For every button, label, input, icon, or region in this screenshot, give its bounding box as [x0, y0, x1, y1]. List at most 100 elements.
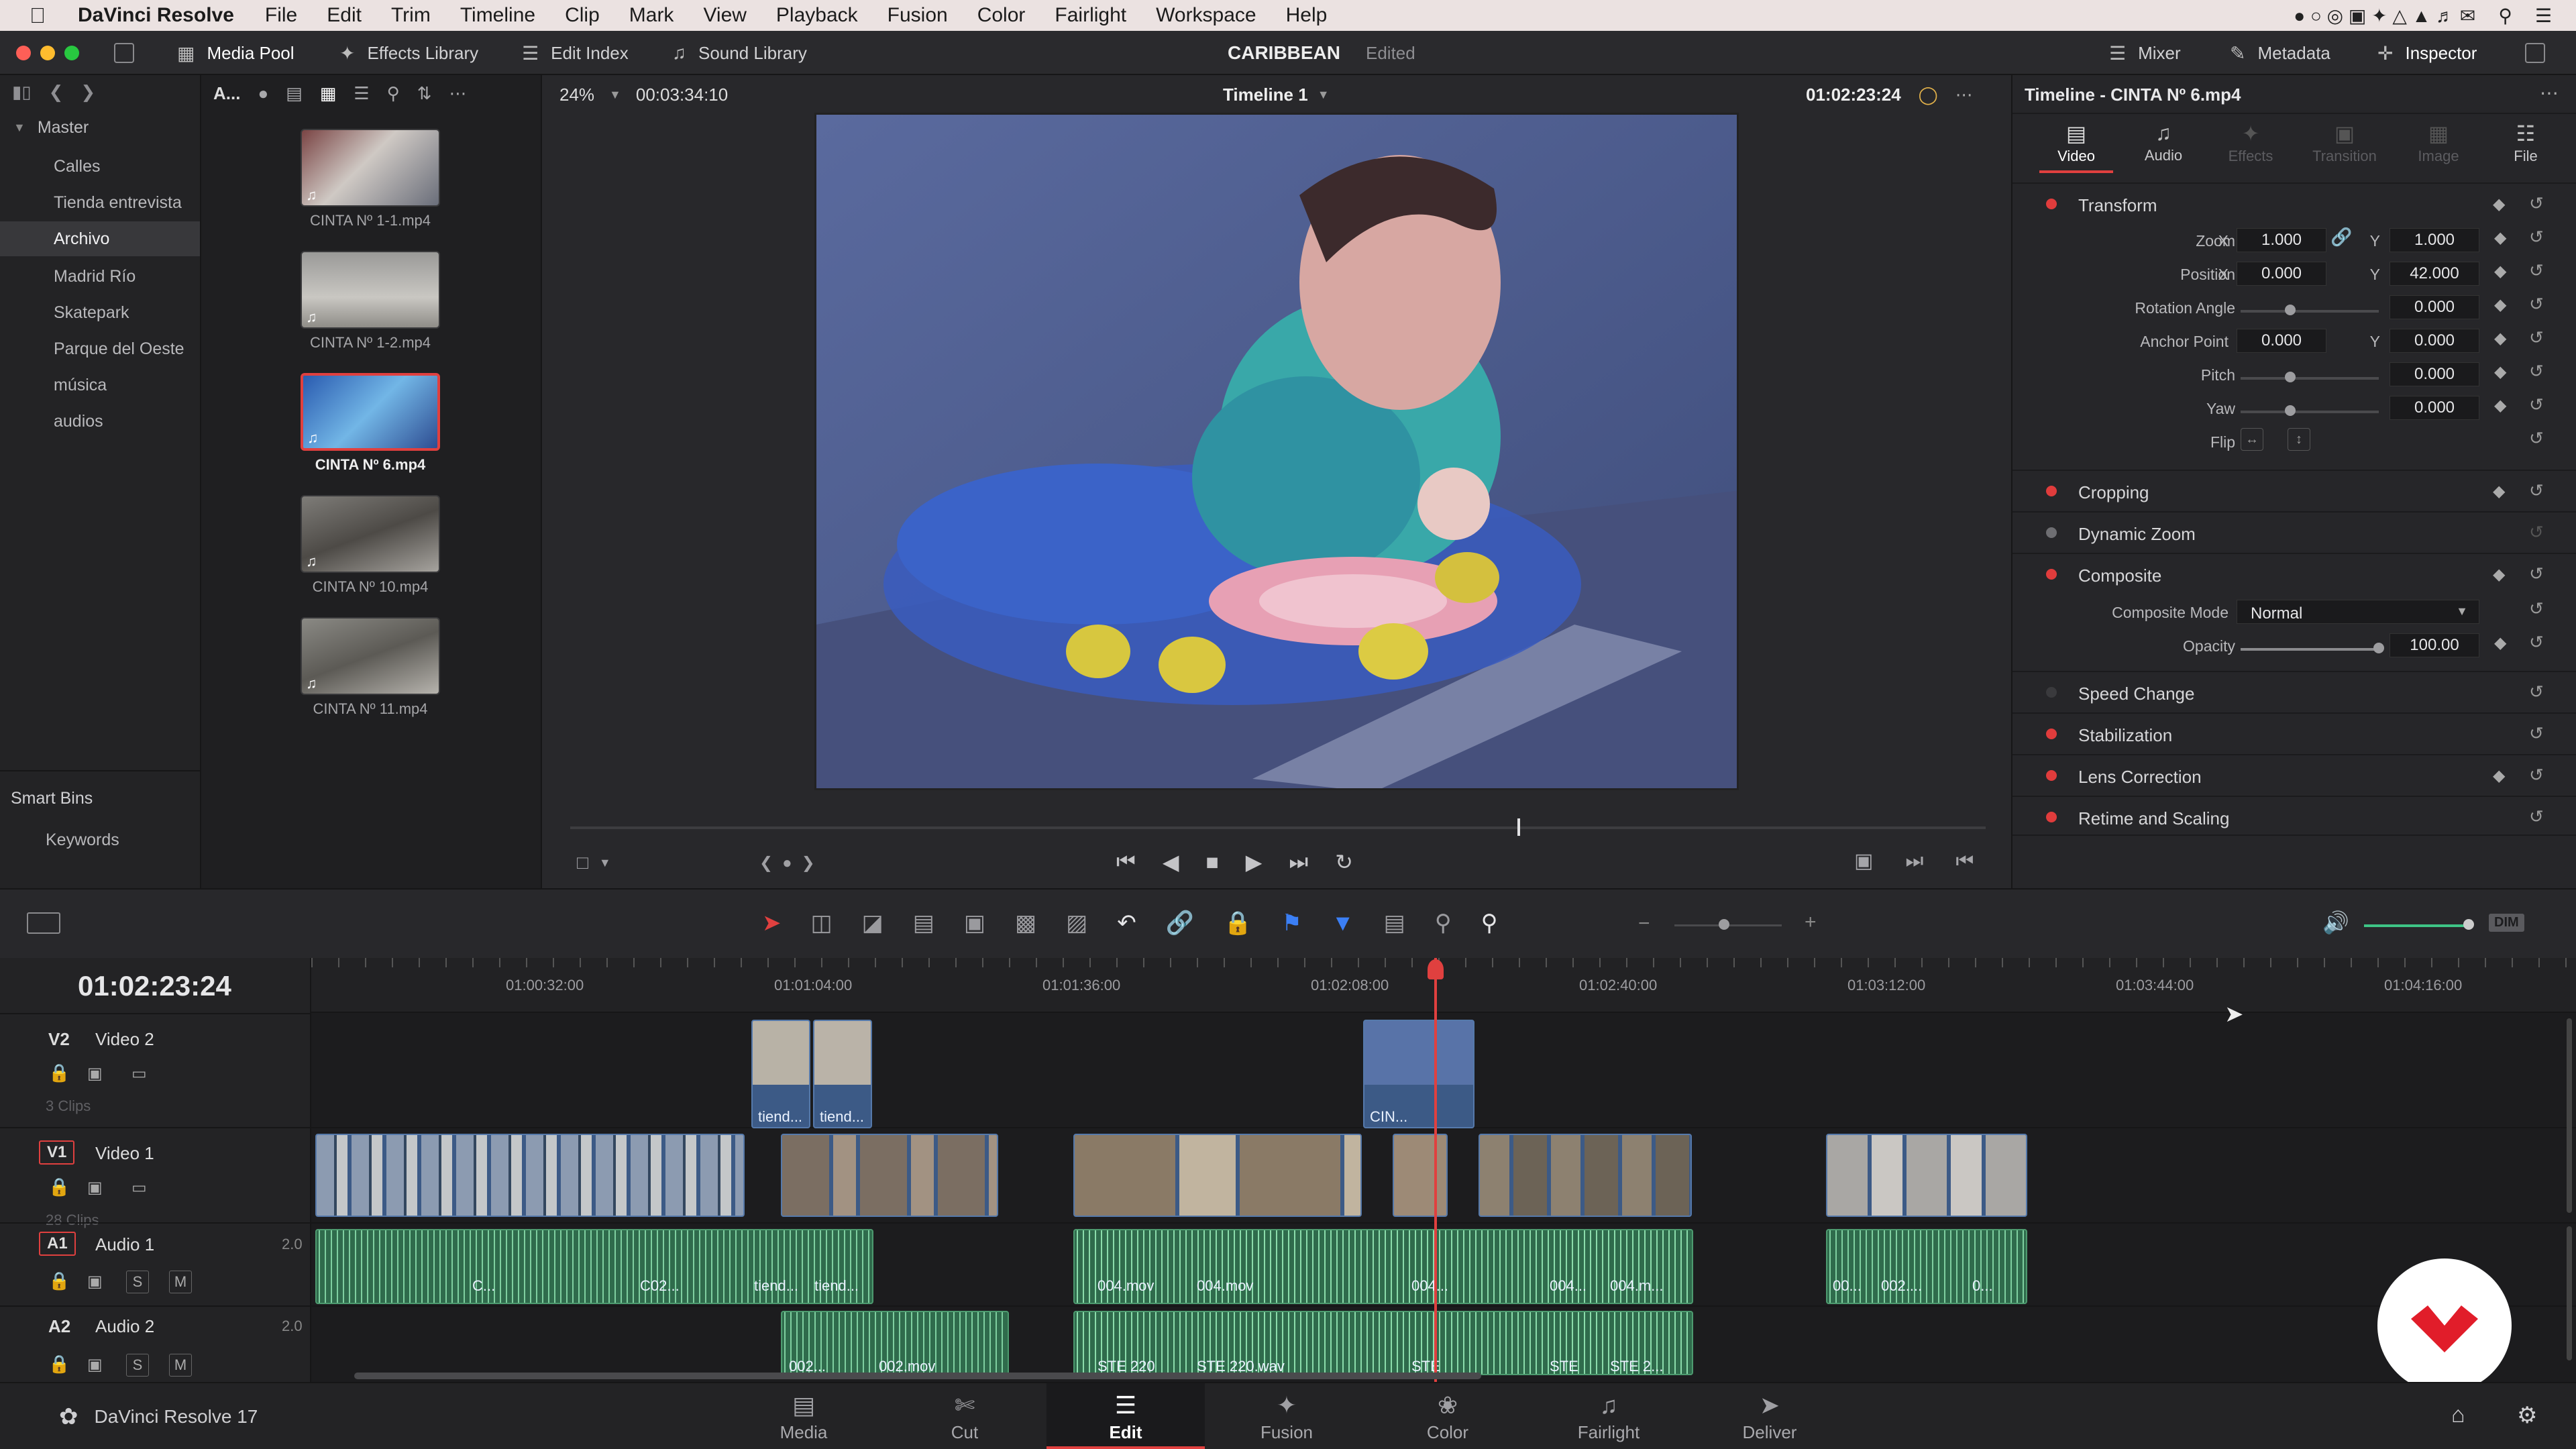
tab-video[interactable]: ▤ Video — [2033, 121, 2120, 173]
timeline-zoom-knob[interactable] — [1719, 919, 1729, 930]
list-view-icon[interactable]: ☰ — [354, 83, 369, 104]
position-lock-icon[interactable]: 🔒 — [1224, 910, 1252, 936]
enable-toggle-icon[interactable] — [2046, 812, 2057, 822]
timeline-audio-a2[interactable] — [1073, 1311, 1693, 1375]
custom-zoom-icon[interactable]: ⚲ — [1481, 910, 1498, 936]
bin-audios[interactable]: audios — [54, 412, 103, 431]
track-name-v2[interactable]: Video 2 — [95, 1029, 154, 1050]
status-icons[interactable]: ● ○ ◎ ▣ ✦ △ ▲ ♬ ✉ — [2294, 5, 2475, 27]
tab-file[interactable]: ☷ File — [2482, 121, 2569, 165]
search-icon[interactable]: ⚲ — [2498, 5, 2512, 27]
track-name-a1[interactable]: Audio 1 — [95, 1234, 154, 1255]
keyframe-icon[interactable]: ◆ — [2494, 295, 2506, 315]
timeline-view-options-icon[interactable] — [27, 912, 60, 934]
tab-transition[interactable]: ▣ Transition — [2294, 121, 2395, 165]
reset-icon[interactable]: ↺ — [2529, 260, 2544, 281]
track-header-v2[interactable]: V2 Video 2 🔒 ▣ ▭ 3 Clips — [0, 1014, 311, 1126]
more-options-icon[interactable]: ⋯ — [449, 83, 466, 104]
mixer-button[interactable]: ☰ Mixer — [2109, 31, 2181, 75]
track-id-a2[interactable]: A2 — [48, 1316, 70, 1337]
zoom-y-field[interactable]: 1.000 — [2390, 228, 2479, 252]
bin-musica[interactable]: música — [54, 376, 107, 395]
dynamic-trim-icon[interactable]: ◪ — [862, 910, 883, 936]
track-id-a1[interactable]: A1 — [39, 1232, 76, 1256]
reset-icon[interactable]: ↺ — [2529, 394, 2544, 415]
enable-toggle-icon[interactable] — [2046, 729, 2057, 739]
zoom-out-icon[interactable]: − — [1638, 912, 1650, 935]
sidebar-toggle-icon[interactable]: ▮▯ — [12, 82, 32, 103]
keyframe-icon[interactable]: ◆ — [2493, 195, 2505, 214]
menu-playback[interactable]: Playback — [776, 4, 858, 27]
volume-icon[interactable]: 🔊 — [2322, 910, 2349, 935]
workspace-menu-icon[interactable] — [114, 43, 134, 63]
jog-bar[interactable] — [570, 826, 1986, 829]
timeline-clip-v2-3[interactable]: CIN... — [1363, 1020, 1474, 1128]
flip-horizontal-icon[interactable]: ↔ — [2241, 428, 2263, 451]
section-retime-scaling[interactable]: Retime and Scaling ↺ — [2012, 796, 2576, 836]
blade-tool-icon[interactable]: ▤ — [913, 910, 934, 936]
keyframe-icon[interactable]: ◆ — [2494, 262, 2506, 281]
enable-toggle-icon[interactable] — [2046, 527, 2057, 538]
reset-icon[interactable]: ↺ — [2529, 564, 2544, 584]
mute-button-a1[interactable]: M — [169, 1271, 192, 1293]
enable-toggle-icon[interactable] — [2046, 770, 2057, 781]
video-tracks-scrollbar[interactable] — [2567, 1018, 2572, 1213]
keyframe-icon[interactable]: ◆ — [2493, 565, 2505, 584]
yaw-slider-knob[interactable] — [2285, 405, 2296, 416]
play-reverse-icon[interactable]: ◀ — [1163, 849, 1179, 875]
full-extent-zoom-icon[interactable]: ▤ — [1384, 910, 1405, 936]
playback-sync-icon[interactable]: ◯ — [1919, 85, 1938, 105]
reset-icon[interactable]: ↺ — [2529, 598, 2544, 619]
timeline-clips-v1[interactable] — [1479, 1134, 1692, 1217]
volume-knob[interactable] — [2463, 919, 2474, 930]
bin-calles[interactable]: Calles — [54, 157, 100, 176]
clip-thumbnail-4[interactable]: ♫ — [301, 495, 440, 573]
clip-thumbnail-3-selected[interactable]: ♫ — [301, 373, 440, 451]
trim-tool-icon[interactable]: ◫ — [811, 910, 833, 936]
bin-madrid-rio[interactable]: Madrid Río — [54, 267, 136, 286]
section-dynamic-zoom[interactable]: Dynamic Zoom ↺ — [2012, 511, 2576, 551]
track-id-v1[interactable]: V1 — [39, 1140, 75, 1165]
reset-icon[interactable]: ↺ — [2529, 193, 2544, 214]
timeline-clips-v1[interactable] — [1826, 1134, 2027, 1217]
position-y-field[interactable]: 42.000 — [2390, 262, 2479, 286]
go-to-start-icon[interactable]: ⏮ — [1116, 849, 1136, 875]
yaw-field[interactable]: 0.000 — [2390, 396, 2479, 420]
dim-button[interactable]: DIM — [2489, 914, 2524, 932]
page-fairlight[interactable]: ♫ Fairlight — [1529, 1383, 1688, 1449]
timeline-clip-v2-2[interactable]: tiend... — [813, 1020, 872, 1128]
reset-icon[interactable]: ↺ — [2529, 227, 2544, 248]
reset-icon[interactable]: ↺ — [2529, 428, 2544, 449]
timeline-timecode[interactable]: 01:02:23:24 — [78, 970, 231, 1002]
clip-thumbnail-5[interactable]: ♫ — [301, 617, 440, 695]
bin-parque-del-oeste[interactable]: Parque del Oeste — [54, 339, 184, 359]
insert-clip-icon[interactable]: ▣ — [964, 910, 985, 936]
expand-icon[interactable] — [2525, 43, 2545, 63]
edit-index-button[interactable]: ☰ Edit Index — [522, 31, 629, 75]
playhead-marker[interactable] — [1517, 818, 1520, 836]
go-to-end-icon[interactable]: ⏭ — [1289, 849, 1308, 875]
minimize-window-icon[interactable] — [40, 46, 55, 60]
auto-select-icon[interactable]: ▣ — [87, 1064, 103, 1083]
bin-tienda-entrevista[interactable]: Tienda entrevista — [54, 193, 182, 213]
menu-fusion[interactable]: Fusion — [888, 4, 948, 27]
reset-icon[interactable]: ↺ — [2529, 723, 2544, 744]
page-color[interactable]: ❀ Color — [1368, 1383, 1527, 1449]
page-media[interactable]: ▤ Media — [724, 1383, 883, 1449]
track-header-a1[interactable]: A1 Audio 1 2.0 🔒 ▣ S M — [0, 1222, 311, 1304]
master-bin[interactable]: ▼ Master — [13, 118, 89, 138]
chevron-down-icon[interactable]: ▼ — [609, 88, 621, 102]
timeline-clips-v1[interactable] — [1393, 1134, 1448, 1217]
more-options-icon[interactable]: ⋯ — [1955, 85, 1973, 105]
close-window-icon[interactable] — [16, 46, 31, 60]
tab-effects[interactable]: ✦ Effects — [2207, 121, 2294, 165]
viewer-timecode[interactable]: 01:02:23:24 — [1806, 85, 1901, 105]
zoom-level[interactable]: 24% — [559, 85, 594, 105]
auto-select-icon[interactable]: ▣ — [87, 1178, 103, 1197]
keyframe-icon[interactable]: ◆ — [2494, 633, 2506, 653]
nav-dot-icon[interactable]: ● — [782, 854, 792, 873]
home-icon[interactable]: ⌂ — [2451, 1402, 2465, 1428]
more-options-icon[interactable]: ⋯ — [2540, 82, 2559, 104]
control-center-icon[interactable]: ☰ — [2535, 5, 2552, 27]
timeline-audio-a1[interactable] — [1073, 1229, 1693, 1304]
